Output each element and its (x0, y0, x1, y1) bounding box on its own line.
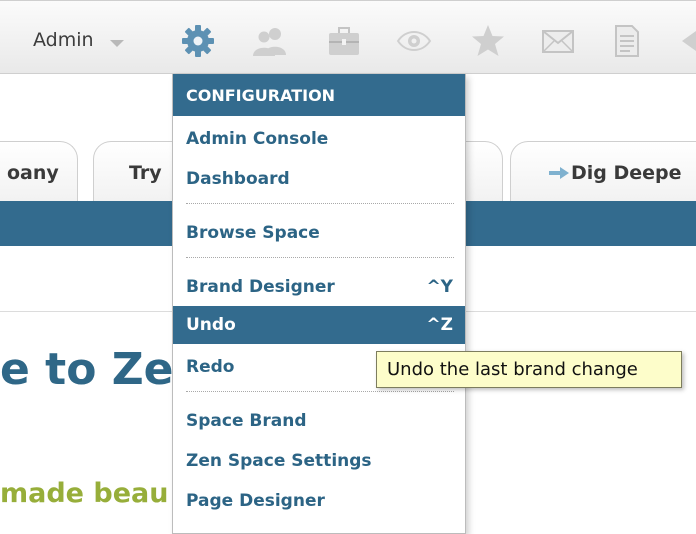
tab-dig-deeper[interactable]: Dig Deepe (510, 141, 696, 201)
gear-icon[interactable] (180, 23, 216, 59)
menu-item-admin-console[interactable]: Admin Console (173, 120, 465, 158)
page-heading: e to Ze (0, 344, 174, 395)
menu-separator (186, 257, 454, 258)
tab-label: Dig Deepe (571, 162, 682, 184)
menu-item-page-designer[interactable]: Page Designer (173, 482, 465, 520)
arrow-right-icon (549, 167, 569, 179)
menu-item-label: Redo (186, 357, 235, 377)
menu-item-browse-space[interactable]: Browse Space (173, 214, 465, 252)
tooltip-text: Undo the last brand change (387, 359, 638, 380)
star-icon[interactable] (470, 23, 506, 59)
document-icon[interactable] (608, 23, 644, 59)
tab-label: Try (129, 162, 162, 184)
menu-item-dashboard[interactable]: Dashboard (173, 160, 465, 198)
tab-label: oany (7, 162, 59, 184)
back-icon[interactable] (676, 23, 696, 59)
menu-item-label: Zen Space Settings (186, 451, 372, 471)
menu-item-undo[interactable]: Undo ^Z (173, 306, 465, 344)
tab-company[interactable]: oany (0, 141, 78, 201)
menu-item-label: Undo (186, 315, 236, 335)
menu-separator (186, 391, 454, 392)
menu-item-shortcut: ^Y (426, 277, 453, 297)
menu-item-brand-designer[interactable]: Brand Designer ^Y (173, 268, 465, 306)
menu-header-label: CONFIGURATION (186, 86, 336, 105)
menu-item-label: Browse Space (186, 223, 320, 243)
top-toolbar: Admin (0, 0, 696, 74)
menu-item-space-brand[interactable]: Space Brand (173, 402, 465, 440)
menu-separator (186, 203, 454, 204)
menu-header: CONFIGURATION (173, 74, 465, 116)
user-menu-label[interactable]: Admin (33, 29, 94, 51)
menu-item-shortcut: ^Z (426, 315, 453, 335)
menu-item-label: Page Designer (186, 491, 325, 511)
eye-icon[interactable] (396, 23, 432, 59)
menu-item-label: Space Brand (186, 411, 307, 431)
briefcase-icon[interactable] (326, 23, 362, 59)
mail-icon[interactable] (540, 23, 576, 59)
page-subheading: made beau (0, 478, 169, 509)
menu-item-label: Admin Console (186, 129, 329, 149)
users-icon[interactable] (252, 23, 288, 59)
menu-item-label: Brand Designer (186, 277, 335, 297)
menu-item-label: Dashboard (186, 169, 290, 189)
configuration-menu: CONFIGURATION Admin Console Dashboard Br… (172, 74, 466, 534)
chevron-down-icon[interactable] (110, 40, 124, 47)
menu-item-zen-space-settings[interactable]: Zen Space Settings (173, 442, 465, 480)
undo-tooltip: Undo the last brand change (376, 351, 682, 388)
